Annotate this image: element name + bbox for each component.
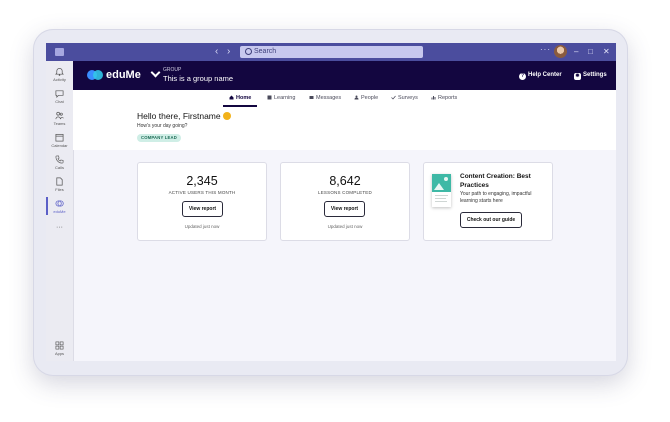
greeting-title: Hello there, Firstname	[137, 111, 231, 122]
person-icon	[354, 95, 359, 99]
left-rail: Activity Chat Teams Calendar Calls Files…	[46, 61, 74, 361]
rail-item-calendar[interactable]: Calendar	[46, 133, 73, 149]
help-icon: ?	[519, 73, 526, 80]
rail-item-label: Apps	[54, 351, 65, 356]
edume-logo-icon	[87, 70, 103, 80]
search-icon	[245, 48, 252, 55]
group-label: GROUP	[163, 67, 182, 73]
rail-item-files[interactable]: Files	[46, 177, 73, 193]
back-button[interactable]: ‹	[215, 46, 218, 58]
rail-item-activity[interactable]: Activity	[46, 67, 73, 83]
rail-item-edume[interactable]: eduMe	[46, 197, 73, 215]
tab-messages[interactable]: Messages	[309, 94, 341, 102]
avatar[interactable]	[554, 45, 567, 58]
nav-tabs: Home Learning Messages People Surveys Re…	[73, 90, 616, 108]
title-bar: ‹ › Search ··· – □ ✕	[46, 43, 616, 61]
updated-text: Updated just now	[184, 224, 220, 229]
view-report-button[interactable]: View report	[324, 201, 365, 217]
greeting-section: Hello there, Firstname How's your day go…	[73, 107, 616, 150]
rail-item-label: eduMe	[53, 209, 66, 214]
active-users-label: ACTIVE USERS THIS MONTH	[168, 190, 236, 195]
rail-item-chat[interactable]: Chat	[46, 89, 73, 105]
rail-item-label: Files	[55, 187, 64, 192]
tab-reports[interactable]: Reports	[431, 94, 457, 102]
settings-button[interactable]: ✹ Settings	[574, 71, 607, 80]
content-card-title: Content Creation: Best Practices	[460, 173, 531, 189]
file-icon	[56, 177, 63, 186]
check-out-guide-button[interactable]: Check out our guide	[460, 212, 522, 228]
chevron-down-icon	[150, 67, 161, 78]
tab-learning[interactable]: Learning	[267, 94, 295, 102]
rail-more-button[interactable]: ···	[46, 224, 73, 231]
rail-item-label: Activity	[53, 77, 66, 82]
active-users-card: 2,345 ACTIVE USERS THIS MONTH View repor…	[137, 162, 267, 241]
book-icon	[267, 95, 272, 99]
search-input[interactable]: Search	[240, 46, 423, 58]
rail-item-teams[interactable]: Teams	[46, 111, 73, 127]
active-users-value: 2,345	[186, 174, 218, 188]
search-placeholder: Search	[254, 48, 277, 55]
mail-icon	[309, 95, 314, 99]
more-options-button[interactable]: ···	[540, 45, 551, 54]
close-button[interactable]: ✕	[603, 46, 610, 57]
rail-item-apps[interactable]: Apps	[46, 341, 73, 357]
brand-name: eduMe	[106, 69, 141, 81]
apps-icon	[55, 341, 64, 350]
tab-people[interactable]: People	[354, 94, 378, 102]
minimize-button[interactable]: –	[574, 46, 578, 57]
bell-icon	[55, 68, 64, 76]
greeting-subtitle: How's your day going?	[137, 123, 188, 129]
bar-chart-icon	[431, 95, 436, 99]
edume-icon	[55, 200, 64, 207]
forward-button[interactable]: ›	[227, 46, 230, 58]
content-creation-card: Content Creation: Best Practices Your pa…	[423, 162, 553, 241]
app-header: eduMe GROUP This is a group name ? Help C…	[73, 61, 616, 90]
teams-icon	[55, 111, 64, 120]
guide-book-icon	[432, 174, 451, 207]
teams-logo-icon	[55, 48, 64, 56]
home-icon	[229, 95, 234, 99]
rail-item-label: Chat	[55, 99, 64, 104]
tab-home[interactable]: Home	[229, 94, 251, 102]
phone-icon	[55, 155, 64, 164]
tab-surveys[interactable]: Surveys	[391, 94, 418, 102]
lessons-card: 8,642 LESSONS COMPLETED View report Upda…	[280, 162, 410, 241]
lessons-value: 8,642	[329, 174, 361, 188]
help-center-button[interactable]: ? Help Center	[519, 71, 562, 80]
rail-item-label: Calls	[55, 165, 64, 170]
maximize-button[interactable]: □	[588, 46, 593, 57]
rail-item-label: Calendar	[51, 143, 68, 148]
gear-icon: ✹	[574, 73, 581, 80]
smile-emoji-icon	[222, 112, 231, 120]
check-icon	[391, 95, 396, 100]
rail-item-label: Teams	[53, 121, 66, 126]
calendar-icon	[55, 133, 64, 142]
app-window: ‹ › Search ··· – □ ✕ Activity Chat Teams…	[46, 43, 616, 361]
status-badge: COMPANY LEAD	[137, 134, 181, 142]
chat-icon	[55, 90, 64, 98]
content-card-description: Your path to engaging, impactful learnin…	[460, 191, 532, 204]
updated-text: Updated just now	[327, 224, 363, 229]
lessons-label: LESSONS COMPLETED	[318, 190, 372, 195]
group-name: This is a group name	[163, 74, 234, 83]
view-report-button[interactable]: View report	[182, 201, 223, 217]
rail-item-calls[interactable]: Calls	[46, 155, 73, 171]
